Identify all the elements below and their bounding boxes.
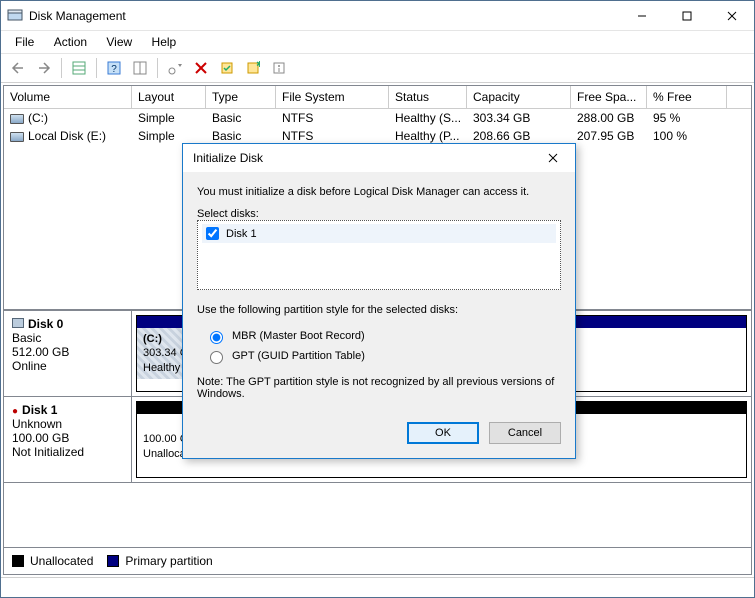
window-title: Disk Management	[29, 9, 619, 23]
main-window: Disk Management File Action View Help ? …	[0, 0, 755, 598]
app-icon	[7, 8, 23, 24]
close-button[interactable]	[709, 1, 754, 30]
partition-style-label: Use the following partition style for th…	[197, 304, 561, 316]
table-view-icon[interactable]	[68, 57, 90, 79]
mbr-radio[interactable]: MBR (Master Boot Record)	[205, 326, 561, 346]
titlebar: Disk Management	[1, 1, 754, 31]
refresh-icon[interactable]	[164, 57, 186, 79]
col-capacity[interactable]: Capacity	[467, 86, 571, 108]
col-free[interactable]: Free Spa...	[571, 86, 647, 108]
dialog-message: You must initialize a disk before Logica…	[197, 186, 561, 198]
check-icon[interactable]	[216, 57, 238, 79]
properties-icon[interactable]	[268, 57, 290, 79]
volume-row[interactable]: (C:) Simple Basic NTFS Healthy (S... 303…	[4, 109, 751, 127]
disk-type-icon	[12, 318, 24, 328]
col-fs[interactable]: File System	[276, 86, 389, 108]
panes-icon[interactable]	[129, 57, 151, 79]
dialog-note: Note: The GPT partition style is not rec…	[197, 376, 561, 400]
menubar: File Action View Help	[1, 31, 754, 54]
gpt-radio[interactable]: GPT (GUID Partition Table)	[205, 346, 561, 366]
menu-help[interactable]: Help	[144, 33, 185, 51]
svg-text:✱: ✱	[256, 61, 260, 69]
statusbar	[1, 577, 754, 597]
dialog-close-button[interactable]	[537, 146, 569, 170]
toolbar: ? ✱	[1, 54, 754, 83]
forward-button[interactable]	[33, 57, 55, 79]
menu-file[interactable]: File	[7, 33, 42, 51]
legend-swatch-primary	[107, 555, 119, 567]
drive-icon	[10, 132, 24, 142]
initialize-disk-dialog: Initialize Disk You must initialize a di…	[182, 143, 576, 459]
disk-checkbox-item[interactable]: Disk 1	[202, 224, 556, 243]
svg-text:?: ?	[111, 64, 117, 75]
menu-view[interactable]: View	[98, 33, 140, 51]
disk-info: Disk 1 Unknown 100.00 GB Not Initialized	[4, 397, 132, 482]
new-icon[interactable]: ✱	[242, 57, 264, 79]
col-status[interactable]: Status	[389, 86, 467, 108]
back-button[interactable]	[7, 57, 29, 79]
select-disks-label: Select disks:	[197, 208, 561, 220]
menu-action[interactable]: Action	[46, 33, 95, 51]
disk-select-list[interactable]: Disk 1	[197, 220, 561, 290]
help-icon[interactable]: ?	[103, 57, 125, 79]
volume-header: Volume Layout Type File System Status Ca…	[4, 86, 751, 109]
maximize-button[interactable]	[664, 1, 709, 30]
ok-button[interactable]: OK	[407, 422, 479, 444]
col-volume[interactable]: Volume	[4, 86, 132, 108]
drive-icon	[10, 114, 24, 124]
col-type[interactable]: Type	[206, 86, 276, 108]
legend-swatch-unallocated	[12, 555, 24, 567]
disk-info: Disk 0 Basic 512.00 GB Online	[4, 311, 132, 396]
legend: Unallocated Primary partition	[4, 547, 751, 574]
delete-icon[interactable]	[190, 57, 212, 79]
col-pctfree[interactable]: % Free	[647, 86, 727, 108]
dialog-title: Initialize Disk	[193, 151, 537, 165]
cancel-button[interactable]: Cancel	[489, 422, 561, 444]
minimize-button[interactable]	[619, 1, 664, 30]
col-layout[interactable]: Layout	[132, 86, 206, 108]
disk-checkbox[interactable]	[206, 227, 219, 240]
